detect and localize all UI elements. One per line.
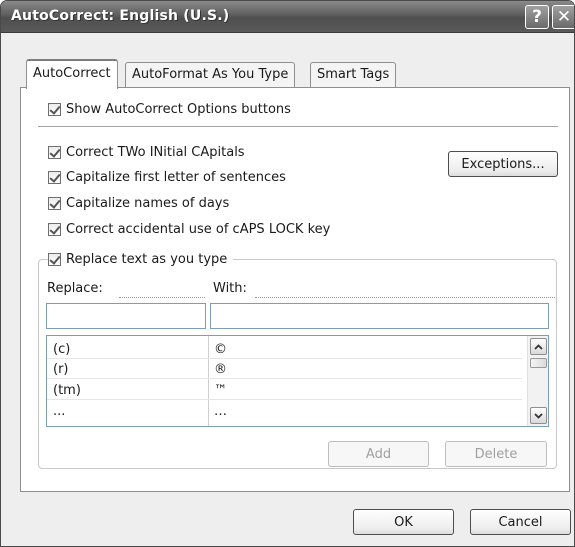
chevron-down-icon (534, 412, 543, 419)
button-label: Cancel (498, 514, 543, 530)
checkbox-label: Correct accidental use of cAPS LOCK key (66, 221, 331, 237)
correct-caps-lock-checkbox[interactable]: Correct accidental use of cAPS LOCK key (48, 219, 330, 239)
replace-cell: ... (53, 404, 66, 419)
checkbox-label: Capitalize names of days (66, 195, 230, 211)
with-label: With: (213, 281, 247, 296)
with-cell: ™ (214, 383, 227, 398)
checkbox-label: Capitalize first letter of sentences (66, 169, 286, 185)
add-button[interactable]: Add (328, 441, 429, 467)
replace-text-as-you-type-checkbox[interactable]: Replace text as you type (48, 249, 234, 269)
checkbox-label: Correct TWo INitial CApitals (66, 144, 245, 160)
checkbox-label: Replace text as you type (66, 251, 228, 267)
divider (119, 297, 205, 298)
replace-label: Replace: (47, 281, 103, 296)
with-cell: … (214, 404, 227, 419)
correct-two-initial-capitals-checkbox[interactable]: Correct TWo INitial CApitals (48, 142, 245, 162)
close-button[interactable]: ✕ (552, 5, 574, 29)
tab-smart-tags[interactable]: Smart Tags (310, 62, 397, 88)
exceptions-button[interactable]: Exceptions... (448, 151, 558, 177)
with-cell: ® (214, 362, 227, 377)
button-label: Add (365, 446, 392, 462)
button-label: OK (394, 514, 413, 530)
list-item[interactable]: (tm) ™ (47, 381, 522, 400)
checkbox-label: Show AutoCorrect Options buttons (66, 101, 291, 117)
divider (255, 297, 555, 298)
close-icon: ✕ (556, 6, 572, 27)
checkbox-checked-icon (48, 252, 61, 266)
autocorrect-dialog: AutoCorrect: English (U.S.) ? ✕ AutoCorr… (0, 0, 575, 547)
list-item[interactable]: (r) ® (47, 360, 522, 379)
tab-autoformat-as-you-type[interactable]: AutoFormat As You Type (125, 62, 296, 88)
scroll-down-button[interactable] (530, 407, 547, 424)
scroll-thumb[interactable] (530, 358, 547, 368)
checkbox-checked-icon (48, 145, 61, 159)
help-icon: ? (532, 6, 542, 27)
tab-label: AutoFormat As You Type (132, 67, 289, 82)
checkbox-checked-icon (48, 170, 61, 184)
tab-label: AutoCorrect (33, 66, 111, 81)
button-label: Delete (474, 446, 518, 462)
chevron-up-icon (534, 343, 543, 350)
replacement-list[interactable]: (c) © (r) ® (tm) ™ ... … (46, 335, 549, 427)
replace-cell: (tm) (53, 383, 81, 398)
checkbox-checked-icon (48, 196, 61, 210)
window-title: AutoCorrect: English (U.S.) (11, 8, 230, 24)
checkbox-checked-icon (48, 222, 61, 236)
replace-input[interactable] (46, 303, 206, 329)
list-item[interactable]: (c) © (47, 340, 522, 359)
checkbox-checked-icon (48, 102, 61, 116)
title-bar: AutoCorrect: English (U.S.) ? ✕ (1, 1, 574, 33)
help-button[interactable]: ? (525, 5, 549, 29)
cancel-button[interactable]: Cancel (470, 509, 571, 535)
capitalize-first-letter-checkbox[interactable]: Capitalize first letter of sentences (48, 167, 286, 187)
scroll-up-button[interactable] (530, 338, 547, 355)
with-input[interactable] (210, 303, 549, 329)
replace-cell: (c) (53, 342, 71, 357)
with-cell: © (214, 342, 227, 357)
divider (38, 126, 558, 127)
ok-button[interactable]: OK (353, 509, 454, 535)
show-autocorrect-options-checkbox[interactable]: Show AutoCorrect Options buttons (48, 99, 291, 119)
tab-autocorrect[interactable]: AutoCorrect (26, 59, 118, 89)
list-scrollbar[interactable] (527, 336, 548, 426)
tab-label: Smart Tags (317, 67, 390, 82)
list-item[interactable]: ... … (47, 402, 522, 421)
replace-cell: (r) (53, 362, 69, 377)
button-label: Exceptions... (461, 156, 545, 172)
delete-button[interactable]: Delete (445, 441, 547, 467)
capitalize-names-of-days-checkbox[interactable]: Capitalize names of days (48, 193, 229, 213)
